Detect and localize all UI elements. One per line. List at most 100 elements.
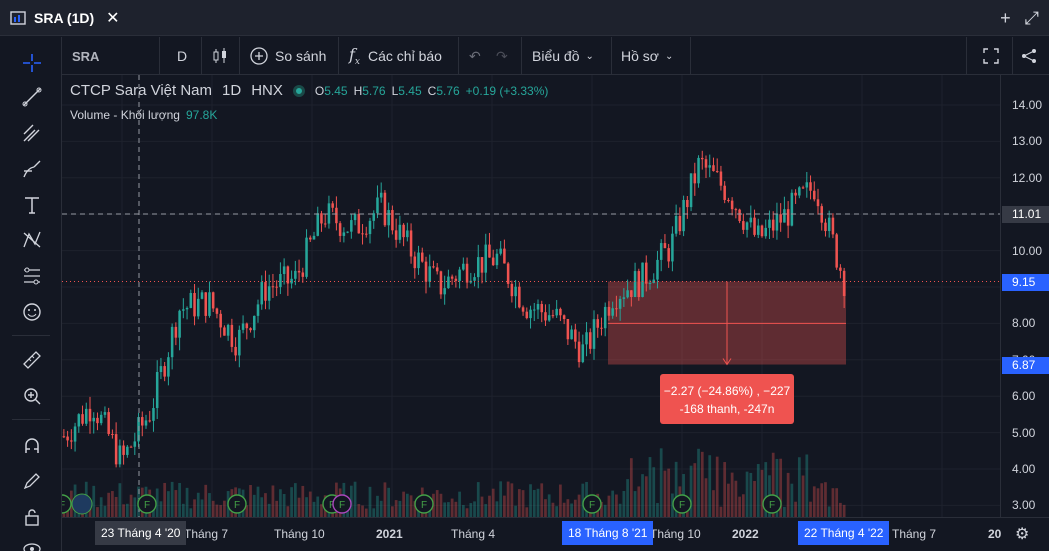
candle-body — [417, 252, 420, 269]
candle-body — [376, 197, 379, 214]
volume-bar — [648, 457, 652, 517]
time-tick: Tháng 4 — [451, 527, 496, 541]
candle-body — [596, 319, 599, 328]
trend-line-icon[interactable] — [19, 84, 45, 110]
close-icon[interactable]: ✕ — [106, 8, 119, 28]
candle-body — [253, 315, 256, 331]
candle-body — [693, 173, 697, 184]
candle-body — [674, 216, 678, 234]
volume-bar — [96, 507, 99, 517]
volume-bar — [465, 508, 469, 517]
candle-body — [566, 319, 570, 340]
candle-body — [529, 309, 532, 319]
candle-body — [842, 270, 846, 296]
candle-body — [361, 233, 364, 235]
price-tick: 6.00 — [1012, 389, 1036, 404]
undo-icon[interactable]: ↶ — [469, 37, 481, 75]
candle-body — [297, 270, 301, 273]
volume-bar — [663, 470, 667, 517]
eye-icon[interactable] — [19, 536, 45, 551]
lock-icon[interactable] — [19, 504, 45, 530]
candle-body — [719, 171, 723, 186]
prediction-icon[interactable] — [19, 263, 45, 289]
time-axis[interactable]: Tháng 7 Tháng 10 2021 Tháng 4 Tháng 10 2… — [62, 517, 1049, 551]
profile-dropdown[interactable]: Hồ sơ ⌄ — [621, 37, 673, 75]
volume-bar — [824, 482, 827, 517]
candle-body — [689, 173, 693, 208]
volume-bar — [745, 471, 749, 517]
candle-body — [122, 445, 125, 455]
candle-body — [353, 213, 357, 221]
pitchfork-icon[interactable] — [19, 120, 45, 146]
candle-body — [305, 237, 308, 277]
compare-button[interactable]: So sánh — [249, 37, 326, 75]
candle-body — [775, 214, 779, 231]
measure-bars: -168 thanh, -247n — [679, 402, 775, 416]
candle-body — [809, 182, 812, 191]
event-marker-label: F — [234, 500, 240, 511]
volume-bar — [637, 486, 641, 517]
expand-icon[interactable]: ⤢ — [1025, 8, 1039, 28]
price-chart[interactable]: FFFFFFFFF — [62, 75, 1000, 517]
candle-body — [62, 436, 66, 438]
symbol-search[interactable]: SRA — [72, 37, 99, 75]
candles-icon[interactable] — [211, 37, 229, 75]
redo-icon[interactable]: ↷ — [496, 37, 508, 75]
pattern-icon[interactable] — [19, 227, 45, 253]
chart-type-dropdown[interactable]: Biểu đồ ⌄ — [532, 37, 594, 75]
zoom-icon[interactable] — [19, 383, 45, 409]
candle-body — [282, 266, 286, 275]
interval-button[interactable]: D — [177, 37, 187, 75]
candle-body — [182, 309, 185, 311]
emoji-icon[interactable] — [19, 299, 45, 325]
candle-body — [708, 165, 711, 168]
volume-bar — [364, 508, 368, 517]
volume-bar — [435, 490, 439, 517]
crosshair-icon[interactable] — [19, 50, 45, 76]
time-tick: Tháng 10 — [650, 527, 701, 541]
market-status-icon[interactable] — [292, 84, 305, 97]
candle-body — [678, 216, 682, 232]
candle-body — [316, 213, 319, 236]
magnet-icon[interactable] — [19, 433, 45, 459]
candle-body — [637, 271, 641, 298]
settings-icon[interactable]: ⚙ — [1015, 524, 1029, 544]
crosshair-date-label: 23 Tháng 4 '20 — [95, 521, 187, 545]
share-icon[interactable] — [1020, 37, 1038, 75]
text-icon[interactable] — [19, 192, 45, 218]
fullscreen-icon[interactable] — [982, 37, 1000, 75]
volume-bar — [252, 494, 256, 517]
candle-body — [256, 304, 260, 316]
volume-bar — [644, 476, 648, 517]
candle-body — [323, 223, 327, 225]
volume-bar — [439, 493, 443, 517]
candle-body — [622, 297, 626, 299]
price-axis[interactable]: 14.0013.0012.0011.0010.009.008.007.006.0… — [1000, 75, 1049, 517]
volume-bar — [790, 483, 794, 517]
chart-tab[interactable]: SRA (1D) ✕ — [0, 0, 120, 36]
candle-body — [757, 225, 760, 235]
volume-bar — [783, 506, 786, 517]
volume-bar — [544, 499, 547, 517]
volume-bar — [805, 454, 809, 517]
candle-body — [465, 263, 469, 283]
indicators-button[interactable]: fx Các chỉ báo — [349, 37, 442, 75]
candle-body — [185, 307, 189, 310]
candle-body — [562, 315, 566, 320]
brush-icon[interactable] — [19, 156, 45, 182]
candle-body — [506, 263, 510, 284]
candle-body — [435, 267, 439, 272]
candle-body — [581, 344, 585, 363]
draw-mode-icon[interactable] — [19, 468, 45, 494]
candle-body — [368, 220, 372, 235]
candle-body — [215, 308, 219, 314]
candle-body — [294, 270, 297, 279]
candle-body — [133, 441, 137, 447]
volume-bar — [387, 487, 391, 517]
plus-icon[interactable]: + — [1000, 8, 1011, 28]
volume-bar — [476, 482, 480, 517]
event-marker-label: F — [421, 500, 427, 511]
volume-bar — [693, 463, 697, 517]
ruler-icon[interactable] — [19, 347, 45, 373]
volume-bar — [122, 504, 125, 517]
